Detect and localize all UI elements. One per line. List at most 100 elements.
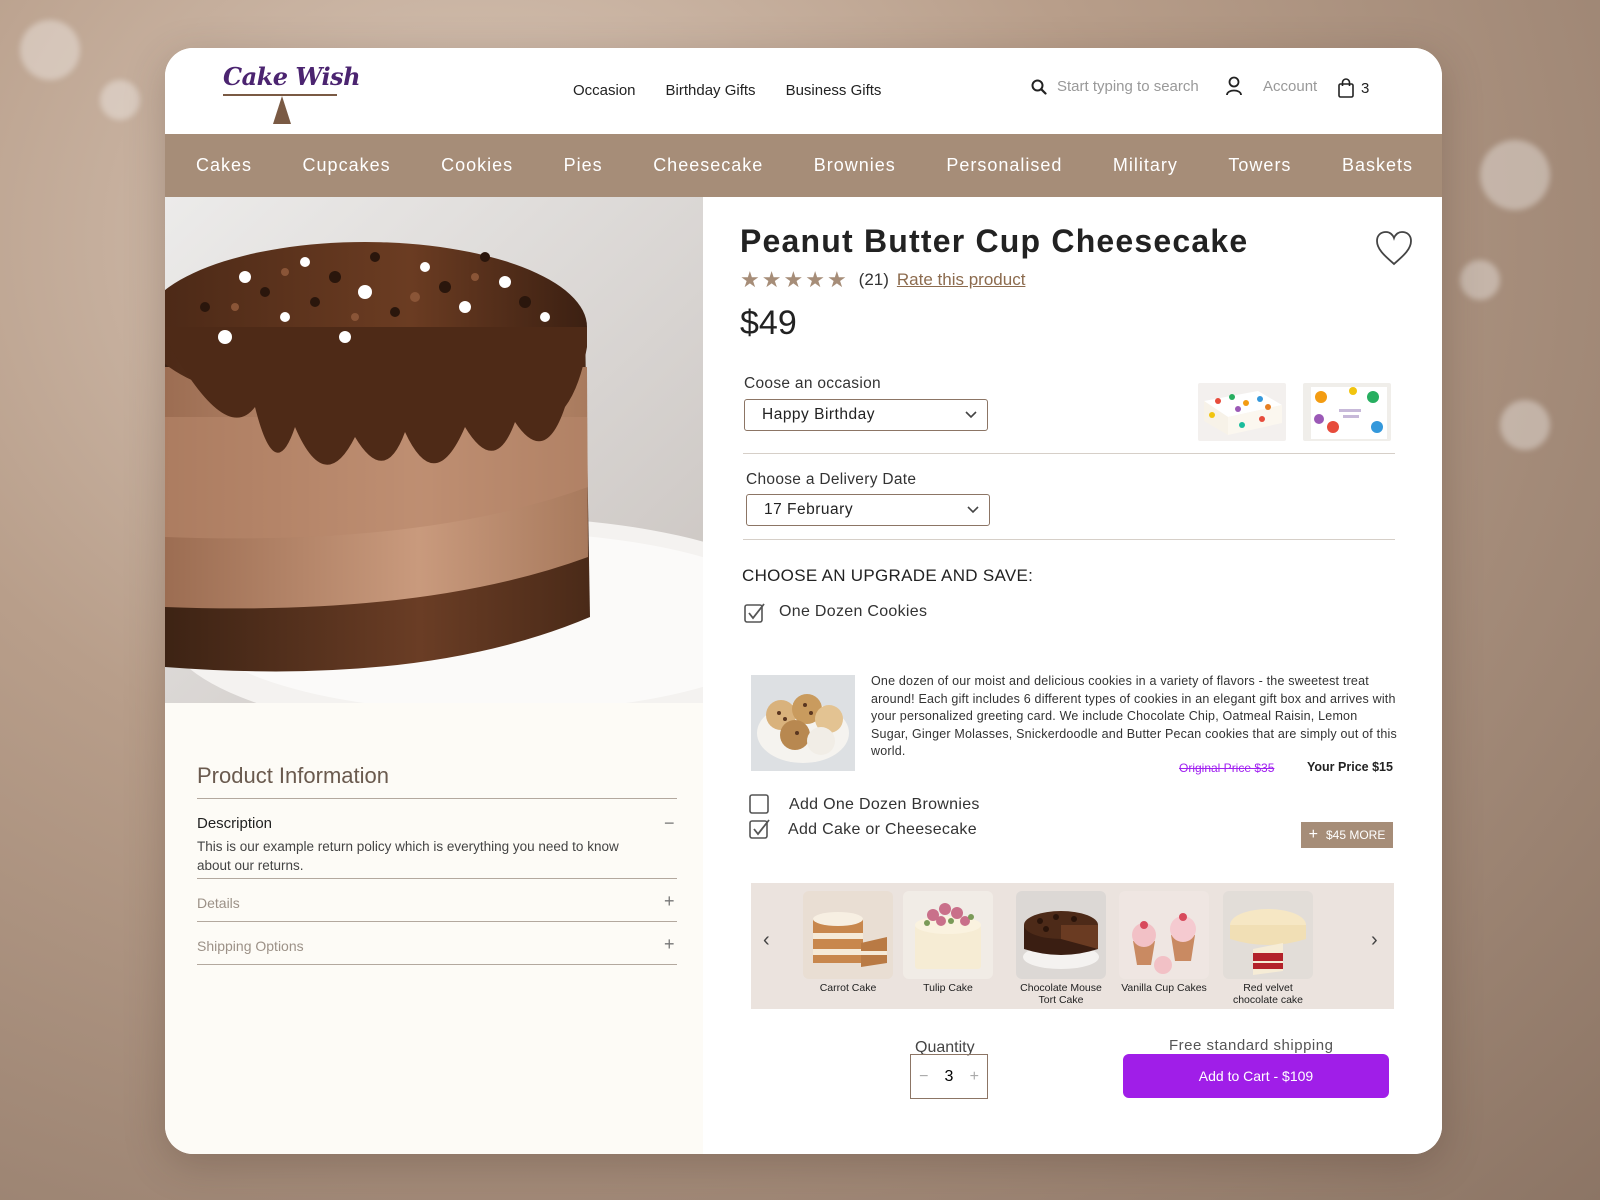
- delivery-label: Choose a Delivery Date: [746, 471, 917, 488]
- tulip-cake-image: [903, 891, 993, 979]
- add-to-cart-button[interactable]: Add to Cart - $109: [1123, 1054, 1389, 1098]
- logo[interactable]: Cake Wish: [223, 62, 361, 128]
- cart-link[interactable]: 3: [1337, 78, 1369, 98]
- carousel-item[interactable]: Vanilla Cup Cakes: [1119, 891, 1209, 994]
- chevron-down-icon: [965, 411, 977, 419]
- carousel-item[interactable]: Chocolate Mouse Tort Cake: [1016, 891, 1106, 1006]
- category-baskets[interactable]: Baskets: [1342, 155, 1413, 176]
- occasion-value: Happy Birthday: [762, 406, 875, 423]
- cake-option-label: Add Cake or Cheesecake: [788, 821, 977, 838]
- occasion-label: Coose an occasion: [744, 375, 881, 392]
- logo-cake-stand: [273, 96, 291, 124]
- chocolate-cake-image: [1016, 891, 1106, 979]
- category-towers[interactable]: Towers: [1228, 155, 1291, 176]
- star-icon: ★: [761, 267, 782, 292]
- cheesecake-illustration: [165, 197, 703, 703]
- plus-icon[interactable]: +: [664, 891, 675, 912]
- category-bar: Cakes Cupcakes Cookies Pies Cheesecake B…: [165, 134, 1442, 197]
- product-information-title: Product Information: [197, 763, 389, 788]
- chevron-left-icon[interactable]: ‹: [763, 929, 770, 952]
- divider: [743, 539, 1395, 540]
- category-cookies[interactable]: Cookies: [441, 155, 513, 176]
- cart-count: 3: [1361, 79, 1370, 97]
- carousel-item-label: Carrot Cake: [819, 982, 877, 994]
- background-bokeh: [1500, 400, 1550, 450]
- carousel-item-label: Chocolate Mouse Tort Cake: [1020, 982, 1102, 1006]
- divider: [197, 964, 677, 965]
- user-icon: [1226, 76, 1242, 96]
- plus-icon: +: [1308, 826, 1318, 843]
- accordion-shipping-title[interactable]: Shipping Options: [197, 938, 304, 954]
- brownies-option-label: Add One Dozen Brownies: [789, 796, 980, 813]
- product-title: Peanut Butter Cup Cheesecake: [740, 223, 1249, 259]
- checkbox-icon[interactable]: [749, 793, 771, 815]
- carousel-item[interactable]: Tulip Cake: [903, 891, 993, 994]
- delivery-value: 17 February: [764, 501, 854, 518]
- carousel-item[interactable]: Red velvet chocolate cake: [1223, 891, 1313, 1006]
- category-brownies[interactable]: Brownies: [814, 155, 896, 176]
- nav-business-gifts[interactable]: Business Gifts: [786, 82, 882, 99]
- red-velvet-cake-image: [1223, 891, 1313, 979]
- rate-product-link[interactable]: Rate this product: [897, 270, 1026, 290]
- carousel-item-label: Tulip Cake: [923, 982, 973, 994]
- accordion-description-title[interactable]: Description: [197, 815, 272, 832]
- category-cheesecake[interactable]: Cheesecake: [653, 155, 763, 176]
- chevron-right-icon[interactable]: ›: [1371, 929, 1378, 952]
- quantity-value[interactable]: 3: [945, 1068, 954, 1086]
- category-cakes[interactable]: Cakes: [196, 155, 252, 176]
- cookies-option-label: One Dozen Cookies: [779, 603, 928, 620]
- divider: [743, 453, 1395, 454]
- category-military[interactable]: Military: [1113, 155, 1178, 176]
- minus-icon[interactable]: −: [919, 1068, 928, 1086]
- star-icon: ★: [826, 267, 847, 292]
- star-icon: ★: [740, 267, 760, 292]
- delivery-select[interactable]: 17 February: [746, 494, 990, 526]
- cookies-description: One dozen of our moist and delicious coo…: [871, 674, 1397, 758]
- carousel-item[interactable]: Carrot Cake: [803, 891, 893, 994]
- account-link[interactable]: Account: [1225, 76, 1317, 96]
- divider: [197, 878, 677, 879]
- star-icon: ★: [805, 267, 825, 292]
- add-more-button[interactable]: + $45 MORE: [1301, 822, 1393, 848]
- category-personalised[interactable]: Personalised: [946, 155, 1062, 176]
- rating: ★ ★ ★ ★ ★ (21) Rate this product: [740, 269, 1025, 291]
- checkbox-icon[interactable]: [749, 818, 771, 840]
- search-box[interactable]: Start typing to search: [1031, 78, 1199, 95]
- nav-occasion[interactable]: Occasion: [573, 82, 636, 99]
- carousel-item-label: Red velvet chocolate cake: [1232, 982, 1304, 1006]
- occasion-select[interactable]: Happy Birthday: [744, 399, 988, 431]
- product-price: $49: [740, 304, 797, 342]
- search-input[interactable]: Start typing to search: [1057, 78, 1199, 95]
- checkbox-icon[interactable]: [744, 602, 766, 624]
- cake-carousel: ‹ Carrot Cake Tulip Cake Chocolate Mouse…: [751, 883, 1394, 1009]
- accordion-details-title[interactable]: Details: [197, 895, 240, 911]
- divider: [197, 921, 677, 922]
- gift-box-image[interactable]: [1198, 383, 1286, 441]
- heart-icon[interactable]: [1375, 230, 1413, 266]
- chevron-down-icon: [967, 506, 979, 514]
- product-image: [165, 197, 703, 703]
- review-count: (21): [858, 270, 889, 289]
- quantity-stepper[interactable]: − 3 +: [910, 1054, 988, 1099]
- background-bokeh: [100, 80, 140, 120]
- upgrade-title: CHOOSE AN UPGRADE AND SAVE:: [742, 566, 1034, 585]
- carousel-item-label: Vanilla Cup Cakes: [1121, 982, 1207, 994]
- greeting-card-image[interactable]: [1303, 383, 1391, 441]
- category-cupcakes[interactable]: Cupcakes: [303, 155, 391, 176]
- account-label: Account: [1263, 77, 1318, 95]
- bag-icon: [1338, 78, 1354, 98]
- more-button-label: $45 MORE: [1325, 828, 1386, 842]
- your-price: Your Price $15: [1307, 760, 1393, 774]
- cookies-image: [751, 675, 855, 771]
- plus-icon[interactable]: +: [664, 934, 675, 955]
- original-price: Original Price $35: [1179, 761, 1275, 775]
- background-bokeh: [1480, 140, 1550, 210]
- nav-birthday-gifts[interactable]: Birthday Gifts: [666, 82, 756, 99]
- category-pies[interactable]: Pies: [564, 155, 603, 176]
- minus-icon[interactable]: −: [664, 813, 675, 834]
- plus-icon[interactable]: +: [970, 1068, 979, 1086]
- carrot-cake-image: [803, 891, 893, 979]
- background-bokeh: [1460, 260, 1500, 300]
- site-header: Cake Wish Occasion Birthday Gifts Busine…: [165, 48, 1442, 134]
- divider: [197, 798, 677, 799]
